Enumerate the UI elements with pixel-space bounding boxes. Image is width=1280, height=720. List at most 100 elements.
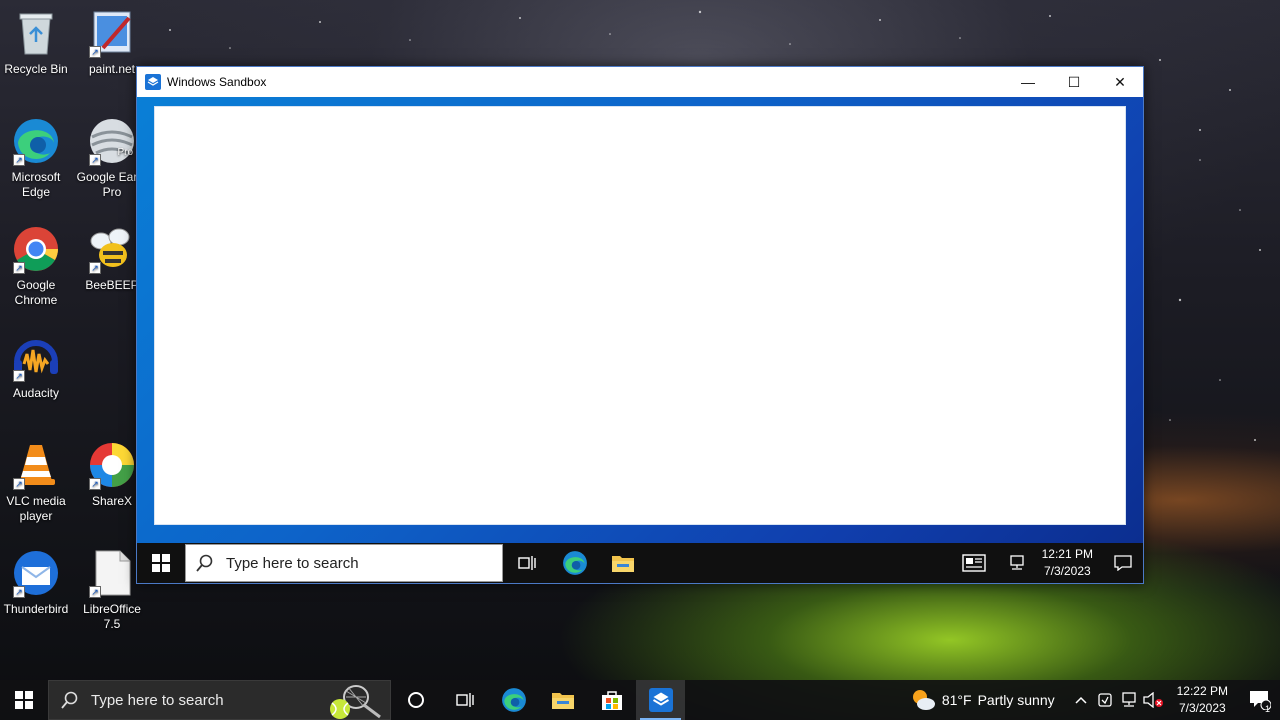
shortcut-arrow-icon: ↗: [89, 478, 101, 490]
cortana-button[interactable]: [391, 680, 440, 720]
maximize-button[interactable]: ☐: [1051, 67, 1097, 97]
sandbox-file-explorer-button[interactable]: [599, 543, 647, 583]
network-icon: [1121, 692, 1136, 707]
taskbar-search-placeholder: Type here to search: [91, 691, 224, 709]
shortcut-arrow-icon: ↗: [13, 370, 25, 382]
google-earth-icon: ↗ Pro: [87, 116, 137, 166]
taskbar-file-explorer-button[interactable]: [538, 680, 587, 720]
weather-desc: Partly sunny: [977, 692, 1055, 708]
sandbox-news-button[interactable]: [946, 543, 1002, 583]
task-view-button[interactable]: [440, 680, 489, 720]
taskbar-search-box[interactable]: Type here to search: [48, 680, 391, 720]
folder-icon: [551, 693, 574, 709]
clock-time: 12:22 PM: [1176, 684, 1228, 698]
recycle-bin-icon: [11, 8, 61, 58]
desktop-icon-audacity[interactable]: ↗ Audacity: [0, 332, 72, 401]
desktop-icon-edge[interactable]: ↗ Microsoft Edge: [0, 116, 72, 200]
thunderbird-icon: ↗: [11, 548, 61, 598]
notification-count: 1: [1264, 704, 1270, 714]
security-icon: [1097, 693, 1112, 707]
start-button[interactable]: [0, 680, 48, 720]
desktop-icon-vlc[interactable]: ↗ VLC media player: [0, 440, 72, 524]
minimize-icon: —: [1021, 74, 1035, 90]
desktop-icon-label: Audacity: [12, 386, 60, 400]
pro-badge: Pro: [117, 147, 133, 158]
minimize-button[interactable]: —: [1005, 67, 1051, 97]
window-titlebar[interactable]: Windows Sandbox — ☐ ✕: [137, 67, 1143, 97]
chrome-icon: ↗: [11, 224, 61, 274]
windows-logo-icon: [152, 554, 170, 572]
store-icon: [601, 691, 622, 710]
edge-icon: [501, 688, 526, 712]
desktop-icon-thunderbird[interactable]: ↗ Thunderbird: [0, 548, 72, 617]
search-icon: [61, 691, 78, 709]
taskbar-edge-button[interactable]: [489, 680, 538, 720]
network-icon: [1009, 555, 1024, 570]
system-tray: 81°F Partly sunny 12:22 PM 7/3/2023 1: [910, 680, 1280, 720]
audacity-icon: ↗: [11, 332, 61, 382]
shortcut-arrow-icon: ↗: [13, 478, 25, 490]
taskbar: Type here to search 81°F Partly sunny 12…: [0, 680, 1280, 720]
maximize-icon: ☐: [1067, 73, 1081, 90]
action-center-button[interactable]: 1: [1240, 680, 1280, 720]
sandbox-clock[interactable]: 12:21 PM 7/3/2023: [1032, 546, 1103, 580]
shortcut-arrow-icon: ↗: [89, 154, 101, 166]
sandbox-app-icon: [648, 688, 673, 712]
tray-app-button[interactable]: [1093, 680, 1117, 720]
sandbox-desktop[interactable]: Type here to search 12:21 PM 7/3/2023: [137, 97, 1143, 583]
sandbox-start-button[interactable]: [137, 543, 185, 583]
taskbar-clock[interactable]: 12:22 PM 7/3/2023: [1165, 683, 1240, 717]
show-hidden-icons-button[interactable]: [1069, 680, 1093, 720]
shortcut-arrow-icon: ↗: [89, 586, 101, 598]
cortana-icon: [407, 692, 424, 708]
close-button[interactable]: ✕: [1097, 67, 1143, 97]
sandbox-network-button[interactable]: [1002, 543, 1032, 583]
sandbox-content-area[interactable]: [154, 106, 1126, 525]
weather-temp: 81°F: [941, 692, 972, 708]
close-icon: ✕: [1114, 73, 1126, 90]
desktop-icon-recycle-bin[interactable]: Recycle Bin: [0, 8, 72, 77]
shortcut-arrow-icon: ↗: [89, 262, 101, 274]
volume-button[interactable]: [1141, 680, 1165, 720]
sandbox-notifications-button[interactable]: [1103, 543, 1143, 583]
paint-net-icon: ↗: [87, 8, 137, 58]
task-view-icon: [455, 693, 474, 707]
sandbox-system-tray: 12:21 PM 7/3/2023: [946, 543, 1143, 583]
notification-icon: [1114, 555, 1132, 571]
weather-widget[interactable]: 81°F Partly sunny: [910, 688, 1055, 712]
network-button[interactable]: [1117, 680, 1141, 720]
desktop-icon-label: Recycle Bin: [4, 62, 68, 76]
volume-muted-icon: [1142, 692, 1163, 708]
news-icon: [961, 554, 986, 572]
edge-icon: ↗: [11, 116, 61, 166]
desktop-icon-label: LibreOffice 7.5: [83, 602, 141, 631]
sandbox-edge-button[interactable]: [551, 543, 599, 583]
folder-icon: [612, 556, 634, 572]
tennis-highlight-icon: [330, 685, 381, 719]
sandbox-taskbar: Type here to search 12:21 PM 7/3/2023: [137, 543, 1143, 583]
shortcut-arrow-icon: ↗: [13, 262, 25, 274]
window-title: Windows Sandbox: [167, 75, 267, 89]
desktop-icon-label: Microsoft Edge: [11, 170, 61, 199]
clock-date: 7/3/2023: [1178, 701, 1226, 715]
sandbox-clock-time: 12:21 PM: [1041, 547, 1093, 561]
desktop-icon-label: Google Chrome: [14, 278, 58, 307]
vlc-icon: ↗: [11, 440, 61, 490]
task-view-icon: [518, 556, 536, 570]
sandbox-window[interactable]: Windows Sandbox — ☐ ✕ Type here to searc…: [136, 66, 1144, 584]
sandbox-app-icon: [145, 74, 161, 90]
sandbox-task-view-button[interactable]: [503, 543, 551, 583]
windows-logo-icon: [15, 691, 33, 709]
sandbox-search-placeholder: Type here to search: [226, 554, 359, 572]
beebeep-icon: ↗: [87, 224, 137, 274]
desktop-icon-label: Thunderbird: [3, 602, 69, 616]
partly-sunny-icon: [912, 690, 935, 710]
libreoffice-icon: ↗: [87, 548, 137, 598]
edge-icon: [563, 551, 587, 575]
shortcut-arrow-icon: ↗: [13, 154, 25, 166]
taskbar-store-button[interactable]: [587, 680, 636, 720]
desktop-icon-chrome[interactable]: ↗ Google Chrome: [0, 224, 72, 308]
sandbox-search-box[interactable]: Type here to search: [185, 544, 503, 582]
taskbar-sandbox-button[interactable]: [636, 680, 685, 720]
chevron-up-icon: [1075, 696, 1087, 704]
